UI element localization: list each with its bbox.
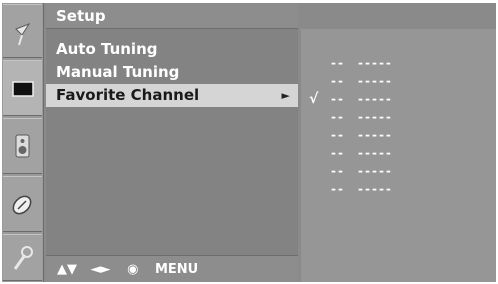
up-down-arrows-icon: ▲▼	[57, 262, 77, 277]
menu-item-label: Manual Tuning	[56, 63, 180, 81]
favorite-row-selected[interactable]: √ -- -----	[301, 90, 496, 108]
speaker-icon	[15, 134, 30, 158]
channel-name: -----	[358, 110, 393, 124]
tile-audio[interactable]	[3, 118, 42, 174]
setup-menu: Setup Auto Tuning Manual Tuning Favorite…	[46, 3, 298, 282]
screen-icon	[12, 81, 34, 97]
channel-number: --	[331, 92, 345, 106]
nav-hint-bar: ▲▼ ◄► ◉ MENU	[46, 255, 298, 282]
check-mark-icon: √	[309, 91, 319, 107]
channel-number: --	[331, 56, 345, 70]
channel-name: -----	[358, 146, 393, 160]
tile-picture[interactable]	[3, 60, 42, 116]
favorite-row[interactable]: -- -----	[301, 72, 496, 90]
submenu-arrow-icon: ►	[281, 89, 290, 102]
channel-number: --	[331, 164, 345, 178]
left-right-arrows-icon: ◄►	[90, 262, 111, 277]
channel-name: -----	[358, 182, 393, 196]
channel-number: --	[331, 110, 345, 124]
tile-channel[interactable]	[3, 4, 42, 58]
favorite-row[interactable]: -- -----	[301, 126, 496, 144]
channel-name: -----	[358, 74, 393, 88]
channel-number: --	[331, 74, 345, 88]
tile-time[interactable]	[3, 176, 42, 232]
menu-item-label: Auto Tuning	[56, 40, 158, 58]
ok-button-icon: ◉	[127, 262, 139, 277]
channel-name: -----	[358, 164, 393, 178]
clock-icon	[12, 195, 32, 215]
settings-key-icon	[13, 246, 33, 270]
channel-name: -----	[358, 56, 393, 70]
antenna-icon	[15, 22, 31, 46]
channel-number: --	[331, 182, 345, 196]
favorite-row[interactable]: -- -----	[301, 162, 496, 180]
icon-column	[2, 3, 44, 282]
menu-item-label: Favorite Channel	[56, 86, 200, 104]
favorite-row[interactable]: -- -----	[301, 180, 496, 198]
channel-number: --	[331, 128, 345, 142]
favorite-row[interactable]: -- -----	[301, 54, 496, 72]
channel-name: -----	[358, 92, 393, 106]
channel-name: -----	[358, 128, 393, 142]
channel-number: --	[331, 146, 345, 160]
menu-item-manual-tuning[interactable]: Manual Tuning	[46, 61, 298, 84]
menu-title: Setup	[46, 3, 298, 29]
panel-header-strip	[301, 3, 496, 29]
menu-hint-label: MENU	[154, 262, 199, 277]
favorite-channel-panel: -- ----- -- ----- √ -- ----- -- ----- --…	[301, 3, 496, 282]
favorite-row[interactable]: -- -----	[301, 144, 496, 162]
menu-item-auto-tuning[interactable]: Auto Tuning	[46, 38, 298, 61]
menu-item-favorite-channel[interactable]: Favorite Channel ►	[46, 84, 298, 107]
favorite-row[interactable]: -- -----	[301, 108, 496, 126]
tile-option[interactable]	[3, 234, 42, 281]
